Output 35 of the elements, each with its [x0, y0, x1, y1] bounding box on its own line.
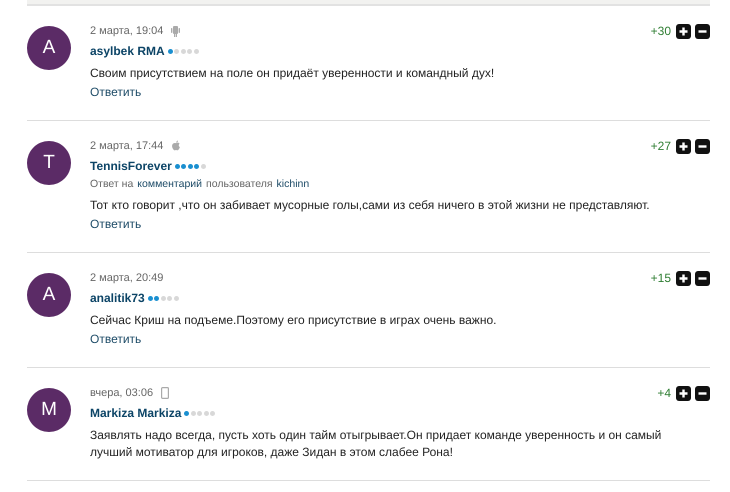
- author-link[interactable]: asylbek RMA: [90, 44, 165, 58]
- reply-to-label: Ответ на: [90, 178, 134, 190]
- downvote-button[interactable]: [695, 386, 710, 400]
- reply-to-label: пользователя: [206, 178, 273, 190]
- vote-score: +30: [650, 24, 671, 38]
- downvote-button[interactable]: [695, 270, 710, 286]
- upvote-button[interactable]: [676, 138, 691, 154]
- vote-score: +27: [650, 139, 671, 153]
- upvote-button[interactable]: [676, 24, 691, 38]
- comment-text: Заявлять надо всегда, пусть хоть один тайм отыгрывает.Он придает команде уверенность и он самый лучший мотиватор для игроков, даже Зидан в этом слабее Рона!: [90, 427, 662, 461]
- author-link[interactable]: TennisForever: [90, 159, 172, 173]
- downvote-button[interactable]: [695, 24, 710, 38]
- author-link[interactable]: analitik73: [90, 291, 145, 305]
- avatar: T: [27, 141, 71, 185]
- downvote-button[interactable]: [695, 138, 710, 154]
- vote-score: +4: [657, 386, 671, 400]
- upvote-button[interactable]: [676, 270, 691, 286]
- comment-text: Своим присутствием на поле он придаёт уверенности и командный дух!: [90, 65, 496, 82]
- avatar: A: [27, 26, 71, 70]
- reply-link[interactable]: Ответить: [90, 85, 142, 99]
- reply-link[interactable]: Ответить: [90, 332, 142, 346]
- comment-link[interactable]: комментарий: [137, 178, 202, 190]
- vote-score: +15: [650, 271, 671, 285]
- author-link[interactable]: Markiza Markiza: [90, 406, 182, 420]
- reply-link[interactable]: Ответить: [90, 217, 142, 231]
- upvote-button[interactable]: [676, 386, 691, 400]
- comment-text: Тот кто говорит ,что он забивает мусорные голы,сами из себя ничего в этой жизни не представляют.: [90, 197, 651, 214]
- avatar: A: [27, 273, 71, 317]
- comment-date: 2 марта, 17:44: [90, 140, 164, 152]
- comment-date: 2 марта, 20:49: [90, 272, 164, 284]
- avatar: M: [27, 388, 71, 432]
- comment-text: Сейчас Криш на подъеме.Поэтому его присутствие в играх очень важно.: [90, 312, 498, 329]
- comment-date: 2 марта, 19:04: [90, 25, 164, 37]
- comment-date: вчера, 03:06: [90, 387, 154, 399]
- user-link[interactable]: kichinn: [276, 178, 310, 190]
